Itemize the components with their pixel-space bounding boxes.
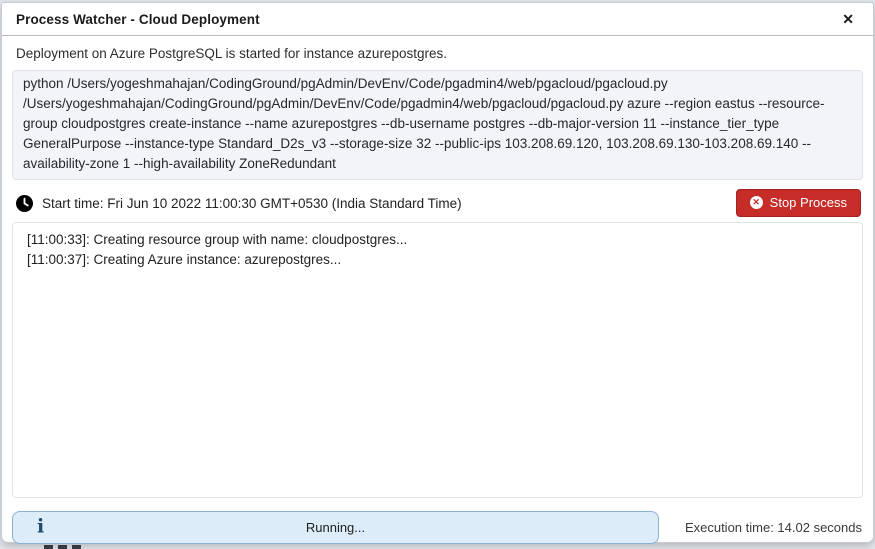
stop-process-label: Stop Process (770, 195, 847, 210)
stop-circle-icon: ✕ (750, 196, 763, 209)
running-status-bar: i Running... (12, 511, 659, 544)
dialog-title: Process Watcher - Cloud Deployment (16, 12, 260, 27)
dialog-footer: i Running... Execution time: 14.02 secon… (12, 511, 863, 544)
deployment-command-text: python /Users/yogeshmahajan/CodingGround… (12, 70, 863, 180)
process-status-row: Start time: Fri Jun 10 2022 11:00:30 GMT… (16, 188, 861, 218)
process-log-panel[interactable]: [11:00:33]: Creating resource group with… (12, 222, 863, 498)
dialog-body: Deployment on Azure PostgreSQL is starte… (2, 36, 873, 549)
log-line: [11:00:37]: Creating Azure instance: azu… (27, 250, 848, 270)
dialog-header: Process Watcher - Cloud Deployment ✕ (2, 3, 873, 36)
info-icon: i (37, 517, 44, 536)
start-time-text: Start time: Fri Jun 10 2022 11:00:30 GMT… (42, 196, 462, 211)
close-icon[interactable]: ✕ (838, 10, 858, 28)
running-status-label: Running... (306, 520, 365, 535)
deployment-status-message: Deployment on Azure PostgreSQL is starte… (16, 46, 859, 61)
stop-process-button[interactable]: ✕ Stop Process (736, 189, 861, 217)
execution-time-text: Execution time: 14.02 seconds (685, 520, 863, 535)
log-line: [11:00:33]: Creating resource group with… (27, 230, 848, 250)
clock-icon (16, 195, 33, 212)
process-watcher-dialog: Process Watcher - Cloud Deployment ✕ Dep… (1, 2, 874, 543)
